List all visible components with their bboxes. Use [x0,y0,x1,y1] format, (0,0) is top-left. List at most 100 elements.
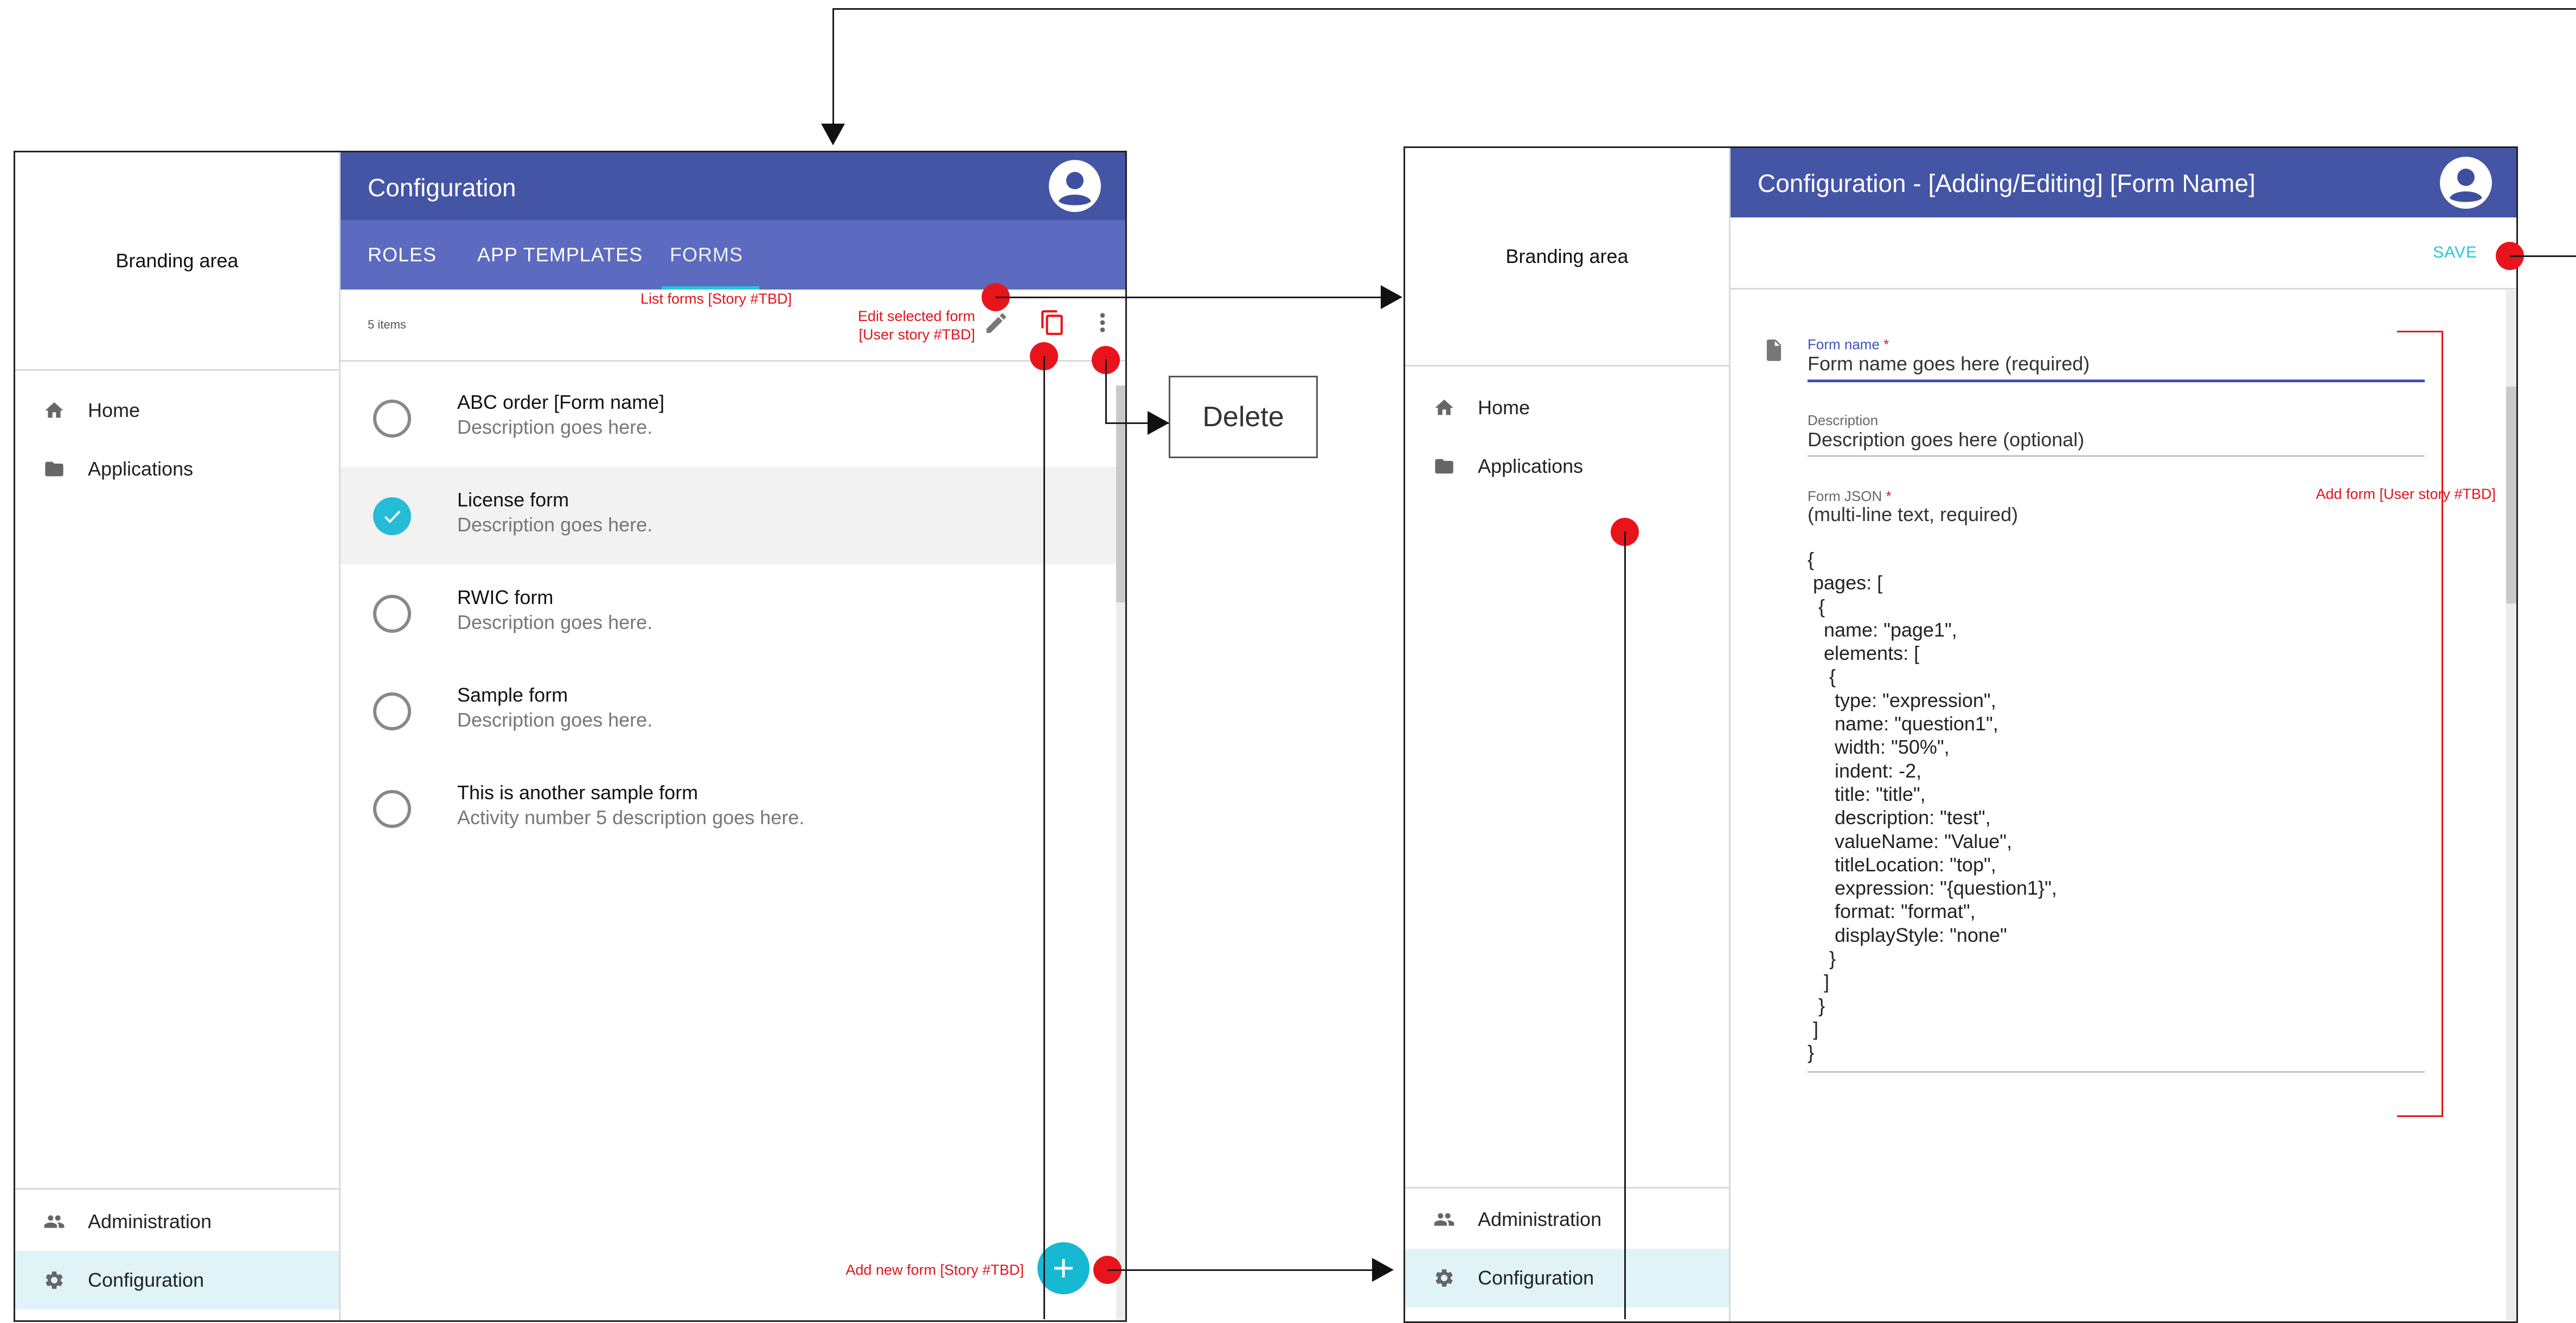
annotation-list-forms: List forms [Story #TBD] [640,291,792,307]
annotation-add-new: Add new form [Story #TBD] [845,1262,1024,1278]
nav-item-home[interactable]: Home [15,381,339,440]
json-line: { [1808,595,1825,618]
flow-line [996,297,1382,298]
more-options-button[interactable] [1092,309,1113,336]
arrow-right-icon [1148,411,1169,435]
avatar[interactable] [1049,160,1101,212]
plus-icon [1054,1259,1073,1277]
app-bar: Configuration [341,152,1125,220]
item-count: 5 items [368,318,406,331]
nav-label-configuration: Configuration [1478,1267,1594,1289]
radio-unchecked[interactable] [373,400,411,438]
json-textarea[interactable]: { pages: [ { name: "page1", elements: [ … [1808,548,2425,1072]
list-item[interactable]: Sample form Description goes here. [341,662,1125,760]
page-title: Configuration - [Adding/Editing] [Form N… [1758,169,2255,197]
json-line: } [1808,994,1825,1017]
json-line: { [1808,665,1836,688]
tab-roles[interactable]: ROLES [368,220,437,290]
radio-checked[interactable] [373,497,411,535]
edit-button[interactable] [983,310,1009,336]
nav-item-administration[interactable]: Administration [15,1192,339,1251]
folder-icon [42,457,66,481]
nav-item-applications[interactable]: Applications [1405,437,1729,496]
flow-line [832,8,2576,10]
required-mark: * [1883,336,1889,352]
more-vert-icon [1100,313,1105,332]
radio-unchecked[interactable] [373,790,411,828]
duplicate-button[interactable] [1039,309,1066,336]
list-item-description: Description goes here. [457,611,653,633]
json-label: Form JSON * [1808,488,1892,505]
flow-line [2510,255,2576,257]
form-name-label: Form name * [1808,336,1889,353]
nav-label-administration: Administration [88,1210,212,1232]
add-form-button[interactable] [1037,1242,1090,1294]
tab-app-templates[interactable]: APP TEMPLATES [477,220,643,290]
json-line: { [1808,548,1815,570]
flow-line [1105,359,1107,423]
json-line: type: "expression", [1808,689,1996,711]
annotation-edit-line-2: [User story #TBD] [858,326,975,343]
arrow-right-icon [1372,1258,1394,1282]
nav-item-configuration[interactable]: Configuration [1405,1249,1729,1307]
list-item[interactable]: License form Description goes here. [341,467,1125,564]
required-mark: * [1886,488,1892,504]
radio-unchecked[interactable] [373,692,411,730]
home-icon [1432,396,1456,420]
nav-label-applications: Applications [88,458,194,480]
delete-label: Delete [1202,401,1284,433]
home-icon [42,399,66,422]
flow-line [1043,356,1045,1319]
branding-area: Branding area [1405,148,1729,367]
folder-icon [1432,454,1456,478]
list-item[interactable]: This is another sample form Activity num… [341,760,1125,857]
gear-icon [1432,1266,1456,1290]
flow-line [1624,531,1626,1319]
copy-icon [1041,310,1063,335]
save-button[interactable]: SAVE [2433,243,2477,262]
annotation-edit-line-1: Edit selected form [857,308,975,324]
nav-label-administration: Administration [1478,1208,1602,1230]
nav-item-applications[interactable]: Applications [15,440,339,498]
right-sidebar: Branding area Home Applications Administ… [1405,148,1731,1321]
form-scrollbar-thumb[interactable] [2506,387,2516,603]
form-name-input[interactable]: Form name goes here (required) [1808,352,2425,382]
nav-item-configuration[interactable]: Configuration [15,1251,339,1309]
list-item[interactable]: ABC order [Form name] Description goes h… [341,369,1125,467]
json-line: valueName: "Value", [1808,830,2013,852]
nav-label-configuration: Configuration [88,1269,204,1291]
json-hint: (multi-line text, required) [1808,503,2018,525]
description-input[interactable]: Description goes here (optional) [1808,428,2425,457]
radio-unchecked[interactable] [373,595,411,633]
check-icon [384,510,401,523]
account-icon [1050,161,1100,211]
avatar[interactable] [2440,157,2492,209]
json-line: name: "question1", [1808,712,1998,735]
pencil-icon [986,313,1007,333]
flow-line [1107,1269,1373,1271]
list-scrollbar-thumb[interactable] [1116,386,1125,602]
account-icon [2441,158,2491,208]
json-line: ] [1808,971,1830,993]
branding-area: Branding area [15,152,339,371]
json-line: titleLocation: "top", [1808,853,1996,876]
delete-option[interactable]: Delete [1169,376,1318,458]
tab-forms[interactable]: FORMS [670,220,743,290]
json-line: width: "50%", [1808,736,1950,759]
list-item[interactable]: RWIC form Description goes here. [341,564,1125,662]
annotation-add-form: Add form [User story #TBD] [2316,486,2496,502]
nav-item-home[interactable]: Home [1405,378,1729,437]
forms-list: ABC order [Form name] Description goes h… [341,369,1125,884]
form-toolbar: SAVE [1731,217,2516,290]
json-line: title: "title", [1808,782,1926,805]
json-line: } [1808,947,1836,970]
nav-item-administration[interactable]: Administration [1405,1190,1729,1249]
nav-label-home: Home [1478,396,1530,419]
tab-bar: ROLES APP TEMPLATES FORMS [341,220,1125,290]
json-line: indent: -2, [1808,759,1922,782]
json-line: elements: [ [1808,642,1920,665]
json-line: pages: [ [1808,571,1883,594]
people-icon [1432,1208,1456,1231]
form-edit-screen: Branding area Home Applications Administ… [1404,146,2518,1323]
list-item-title: License form [457,489,569,511]
